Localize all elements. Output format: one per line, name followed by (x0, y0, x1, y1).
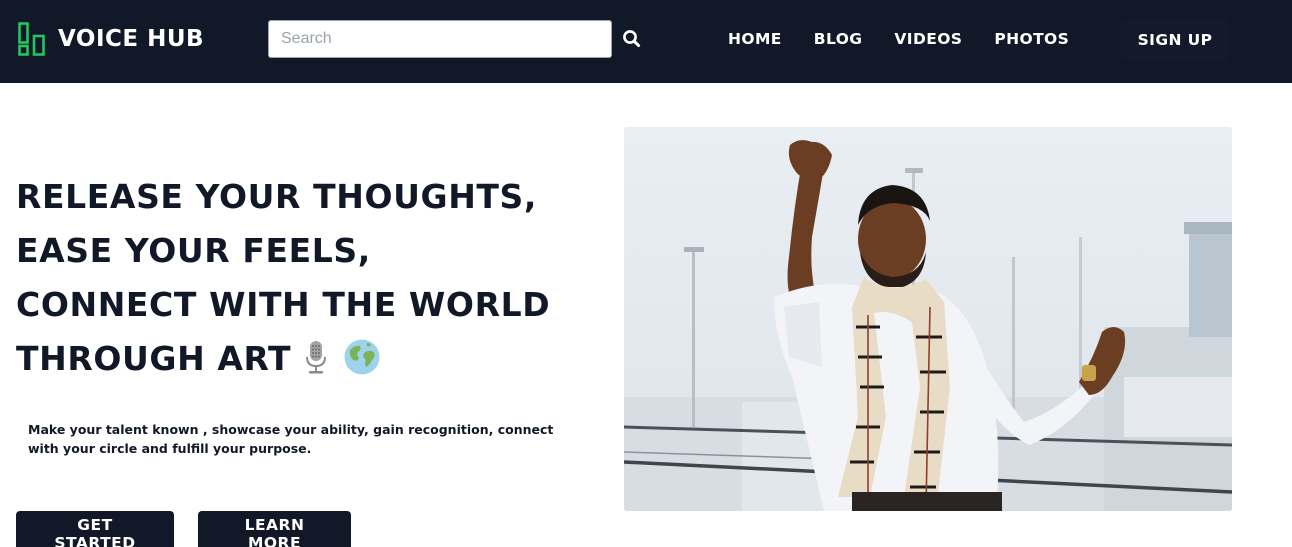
headline-line-4: THROUGH ART (16, 332, 616, 386)
search-icon[interactable] (620, 27, 644, 51)
get-started-button[interactable]: GET STARTED (16, 511, 174, 547)
main-nav: HOME BLOG VIDEOS PHOTOS (728, 30, 1101, 48)
nav-home-link[interactable]: HOME (728, 30, 782, 48)
bar-chart-logo-icon (18, 22, 46, 56)
learn-more-button[interactable]: LEARN MORE (198, 511, 351, 547)
nav-blog-link[interactable]: BLOG (814, 30, 863, 48)
headline-line-4-text: THROUGH ART (16, 339, 292, 378)
hero-photo (624, 127, 1232, 511)
headline-emoji-group (297, 338, 381, 376)
sign-up-button[interactable]: SIGN UP (1120, 18, 1230, 62)
nav-photos-link[interactable]: PHOTOS (994, 30, 1069, 48)
hero-subtext: Make your talent known , showcase your a… (28, 422, 554, 456)
headline-line-1: RELEASE YOUR THOUGHTS, (16, 177, 538, 216)
search-input[interactable] (268, 20, 612, 58)
headline-line-2: EASE YOUR FEELS, (16, 231, 371, 270)
brand-name: VOICE HUB (58, 26, 205, 52)
brand-home-link[interactable]: VOICE HUB (18, 22, 204, 56)
globe-icon (343, 338, 381, 376)
nav-videos-link[interactable]: VIDEOS (894, 30, 962, 48)
headline-line-3: CONNECT WITH THE WORLD (16, 285, 551, 324)
microphone-icon (297, 338, 335, 376)
top-navbar: VOICE HUB HOME BLOG VIDEOS PHOTOS SIGN U… (0, 0, 1292, 83)
hero-headline: RELEASE YOUR THOUGHTS, EASE YOUR FEELS, … (16, 170, 616, 386)
